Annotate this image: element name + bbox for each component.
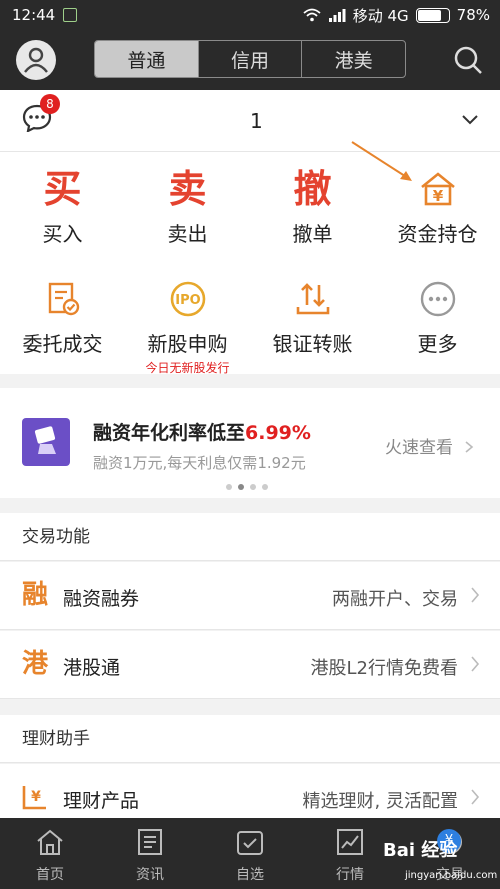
carousel-dot[interactable] (262, 484, 268, 490)
carrier-label: 移动 4G (352, 6, 409, 25)
chevron-right-icon (471, 587, 480, 603)
trade-functions-header: 交易功能 (0, 513, 500, 561)
nav-news-label: 资讯 (136, 867, 164, 883)
money-house-icon: ¥ (420, 172, 455, 206)
sell-glyph: 卖 (168, 167, 207, 211)
carousel-dot-active[interactable] (238, 484, 244, 490)
chevron-right-icon (465, 441, 474, 453)
funds-label: 资金持仓 (397, 222, 478, 246)
watermark-brand: Bai 经验 (383, 840, 458, 861)
tab-hk-us[interactable]: 港美 (301, 41, 405, 77)
buy-button[interactable]: 买 买入 (0, 166, 125, 247)
signal-icon (328, 9, 346, 22)
chevron-right-icon (471, 789, 480, 805)
carousel-dot[interactable] (250, 484, 256, 490)
message-badge: 8 (40, 94, 60, 114)
account-number[interactable]: 1 (250, 109, 263, 133)
ipo-label: 新股申购 (147, 332, 228, 356)
margin-name: 融资融券 (63, 588, 140, 610)
avatar[interactable] (16, 40, 56, 80)
ipo-sub-label: 今日无新股发行 (145, 361, 230, 375)
sell-button[interactable]: 卖 卖出 (125, 166, 250, 247)
more-button[interactable]: 更多 (375, 276, 500, 357)
nav-home-label: 首页 (36, 867, 64, 883)
promo-link[interactable]: 火速查看 (385, 433, 474, 458)
home-icon (37, 829, 63, 855)
chevron-right-icon (471, 656, 480, 672)
promo-rate: 6.99% (245, 422, 311, 444)
nav-home[interactable]: 首页 (0, 818, 100, 889)
margin-promo-banner[interactable]: 融资年化利率低至6.99% 融资1万元,每天利息仅需1.92元 火速查看 (0, 388, 500, 498)
wifi-icon (303, 8, 321, 22)
ipo-icon-text: IPO (175, 293, 200, 308)
nav-market-label: 行情 (336, 867, 364, 883)
wealth-name: 理财产品 (63, 790, 140, 812)
transfer-label: 银证转账 (272, 332, 353, 356)
transfer-icon (296, 283, 329, 315)
battery-percent: 78% (456, 6, 490, 24)
watchlist-icon (237, 831, 263, 855)
margin-value: 两融开户、交易 (332, 589, 458, 610)
market-icon (337, 829, 363, 855)
tab-credit[interactable]: 信用 (197, 41, 302, 77)
action-grid: 买 买入 卖 卖出 撤 撤单 ¥ 资金持仓 委托成交 IPO 新股申购 今日无新… (0, 141, 500, 376)
news-icon (138, 829, 162, 855)
orders-label: 委托成交 (22, 332, 103, 356)
wealth-header: 理财助手 (0, 715, 500, 763)
app-notification-icon (63, 8, 78, 22)
buy-glyph: 买 (43, 167, 82, 211)
status-time: 12:44 (12, 6, 56, 24)
battery-icon (415, 7, 450, 23)
svg-text:¥: ¥ (31, 789, 41, 805)
promo-image (22, 418, 70, 466)
hand-card-icon (34, 426, 56, 454)
buy-label: 买入 (42, 222, 83, 246)
account-row: 8 1 (0, 90, 500, 152)
wealth-product-icon: ¥ (22, 786, 46, 810)
carousel-dot[interactable] (226, 484, 232, 490)
orders-fills-button[interactable]: 委托成交 (0, 276, 125, 357)
watermark-url: jingyan.baidu.com (405, 870, 498, 881)
promo-title: 融资年化利率低至6.99% (93, 418, 311, 445)
tab-normal[interactable]: 普通 (95, 41, 198, 77)
top-header: 普通 信用 港美 (0, 30, 500, 90)
hk-glyph: 港 (22, 649, 49, 679)
nav-watchlist[interactable]: 自选 (200, 818, 300, 889)
more-label: 更多 (417, 332, 458, 356)
hk-name: 港股通 (63, 657, 121, 679)
wealth-value: 精选理财, 灵活配置 (302, 791, 458, 812)
ipo-icon: IPO (170, 281, 205, 317)
cancel-label: 撤单 (292, 222, 333, 246)
margin-glyph: 融 (22, 580, 49, 610)
ipo-button[interactable]: IPO 新股申购 今日无新股发行 (125, 276, 250, 376)
carousel-dots (226, 484, 268, 490)
hk-connect-row[interactable]: 港 港股通 港股L2行情免费看 (0, 631, 500, 699)
more-icon (420, 281, 455, 317)
promo-subtitle: 融资1万元,每天利息仅需1.92元 (93, 454, 306, 472)
hk-value: 港股L2行情免费看 (310, 658, 458, 679)
nav-watchlist-label: 自选 (236, 867, 264, 883)
svg-text:¥: ¥ (432, 187, 443, 205)
promo-link-text: 火速查看 (385, 438, 453, 458)
margin-trading-row[interactable]: 融 融资融券 两融开户、交易 (0, 562, 500, 630)
bank-transfer-button[interactable]: 银证转账 (250, 276, 375, 357)
chevron-down-icon[interactable] (461, 114, 479, 126)
nav-news[interactable]: 资讯 (100, 818, 200, 889)
promo-title-text: 融资年化利率低至 (93, 422, 246, 444)
account-type-tabs: 普通 信用 港美 (94, 40, 406, 78)
order-check-icon (48, 282, 79, 316)
annotation-arrow (351, 141, 412, 181)
sell-label: 卖出 (167, 222, 208, 246)
status-bar: 12:44 移动 4G 78% (0, 0, 500, 30)
user-icon (24, 47, 48, 73)
search-icon[interactable] (452, 44, 484, 76)
